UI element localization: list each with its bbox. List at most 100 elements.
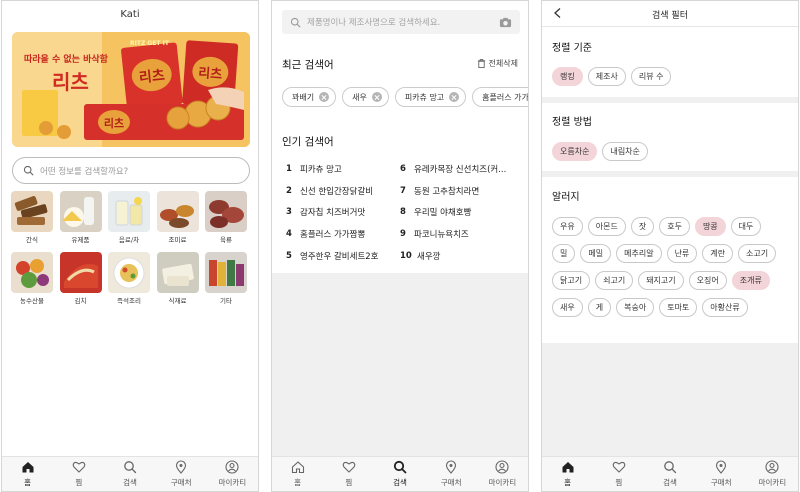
popular-rank: 3 — [286, 207, 292, 218]
banner-badge: RITZ GET IT — [130, 40, 169, 47]
nav-favorites[interactable]: 찜 — [53, 457, 104, 491]
drink-icon — [108, 191, 150, 232]
popular-item[interactable]: 10 새우깡 — [400, 245, 520, 267]
allergy-chip[interactable]: 땅콩 — [694, 217, 726, 236]
allergy-chip[interactable]: 대두 — [730, 217, 762, 236]
category-drink[interactable]: 음료/차 — [107, 191, 151, 244]
allergy-chip[interactable]: 우유 — [552, 217, 583, 236]
recent-search-chip[interactable]: 홈플러스 가가짬뽕 — [472, 87, 528, 107]
nav-favorites[interactable]: 찜 — [323, 457, 374, 491]
chip-ascending[interactable]: 오름차순 — [552, 142, 598, 161]
home-search-bar[interactable]: 어떤 정보를 검색할까요? — [12, 157, 250, 184]
allergy-chip[interactable]: 계란 — [702, 244, 734, 263]
allergy-chip[interactable]: 복숭아 — [616, 298, 655, 317]
chip-manufacturer[interactable]: 제조사 — [587, 67, 626, 86]
nav-label: 홈 — [24, 478, 32, 487]
category-label: 간식 — [26, 236, 38, 244]
allergy-chip[interactable]: 돼지고기 — [638, 271, 684, 290]
category-seasoning[interactable]: 조미료 — [156, 191, 200, 244]
recent-searches-list: 꽈배기 새우 피카츄 망고 홈플러스 가가짬뽕 — [282, 87, 528, 107]
chip-review-count[interactable]: 리뷰 수 — [630, 67, 672, 86]
popular-item[interactable]: 6 유레카목장 신선치즈(커... — [400, 158, 520, 180]
allergy-chip[interactable]: 아몬드 — [587, 217, 626, 236]
remove-icon[interactable] — [449, 92, 460, 102]
search-bar[interactable]: 제품명이나 제조사명으로 검색하세요. — [282, 10, 520, 34]
popular-item[interactable]: 2 신선 한입간장닭갈비 — [286, 180, 398, 202]
nav-home[interactable]: 홈 — [542, 457, 593, 491]
popular-item[interactable]: 8 우리밀 야채호빵 — [400, 202, 520, 224]
allergy-chip[interactable]: 새우 — [552, 298, 583, 317]
popular-item[interactable]: 1 피카츄 망고 — [286, 158, 398, 180]
allergy-chip[interactable]: 오징어 — [688, 271, 727, 290]
empty-area — [542, 343, 798, 456]
nav-search[interactable]: 검색 — [374, 457, 425, 491]
nav-favorites[interactable]: 찜 — [593, 457, 644, 491]
allergy-chip[interactable]: 메밀 — [580, 244, 612, 263]
search-icon — [23, 165, 34, 176]
search-icon — [393, 460, 407, 474]
remove-icon[interactable] — [319, 92, 330, 102]
promo-banner[interactable]: 리츠 리츠 리츠 따라올 수 없는 바삭함 리츠 RITZ GET IT — [12, 32, 250, 147]
category-label: 농수산물 — [20, 297, 44, 305]
nav-label: 마이카티 — [218, 478, 247, 487]
recent-search-chip[interactable]: 피카츄 망고 — [394, 87, 467, 107]
category-meat[interactable]: 육류 — [204, 191, 248, 244]
allergy-chip[interactable]: 게 — [587, 298, 612, 317]
nav-label: 검색 — [123, 478, 137, 487]
home-screen: Kati 리츠 리츠 리츠 따라올 수 없는 바삭함 리츠 RITZ GET I… — [1, 0, 259, 492]
category-dairy[interactable]: 유제품 — [59, 191, 103, 244]
category-kimchi[interactable]: 김치 — [59, 252, 103, 305]
kimchi-icon — [59, 252, 102, 293]
popular-item[interactable]: 4 홈플러스 가가짬뽕 — [286, 223, 398, 245]
allergy-chip[interactable]: 소고기 — [738, 244, 777, 263]
nav-home[interactable]: 홈 — [272, 457, 323, 491]
nav-stores[interactable]: 구매처 — [696, 457, 747, 491]
nav-home[interactable]: 홈 — [2, 457, 53, 491]
location-pin-icon — [446, 460, 457, 474]
nav-stores[interactable]: 구매처 — [426, 457, 477, 491]
allergy-chip[interactable]: 잣 — [630, 217, 655, 236]
recent-search-chip[interactable]: 꽈배기 — [282, 87, 337, 107]
nav-my-kati[interactable]: 마이카티 — [207, 457, 258, 491]
heart-icon — [612, 461, 626, 473]
allergy-chip[interactable]: 쇠고기 — [595, 271, 634, 290]
section-divider — [542, 97, 798, 103]
category-ingredient[interactable]: 식재료 — [156, 252, 200, 305]
nav-stores[interactable]: 구매처 — [156, 457, 207, 491]
allergy-chip[interactable]: 조개류 — [731, 271, 770, 290]
popular-item[interactable]: 9 파코니뉴욕치즈 — [400, 223, 520, 245]
home-icon — [562, 462, 574, 473]
popular-searches-title: 인기 검색어 — [282, 136, 334, 148]
category-produce[interactable]: 농수산물 — [10, 252, 54, 305]
popular-list-left: 1 피카츄 망고 2 신선 한입간장닭갈비 3 감자칩 치즈버거맛 4 홈플러스… — [286, 158, 398, 267]
allergy-chip[interactable]: 닭고기 — [552, 271, 591, 290]
clear-all-button[interactable]: 전체삭제 — [477, 58, 518, 69]
chip-ranking[interactable]: 랭킹 — [552, 67, 583, 86]
allergy-chip[interactable]: 호두 — [659, 217, 690, 236]
camera-icon[interactable] — [499, 16, 512, 29]
popular-item[interactable]: 7 동원 고추참치라면 — [400, 180, 520, 202]
chip-descending[interactable]: 내림차순 — [602, 142, 648, 161]
popular-rank: 4 — [286, 229, 292, 240]
ingredient-icon — [156, 252, 199, 293]
nav-search[interactable]: 검색 — [104, 457, 155, 491]
allergy-title: 알러지 — [552, 192, 580, 203]
allergy-chip[interactable]: 메추리알 — [616, 244, 662, 263]
allergy-chip[interactable]: 밀 — [552, 244, 576, 263]
allergy-chip[interactable]: 난류 — [666, 244, 698, 263]
nav-my-kati[interactable]: 마이카티 — [747, 457, 798, 491]
allergy-chip[interactable]: 토마토 — [659, 298, 698, 317]
remove-icon[interactable] — [371, 92, 382, 102]
popular-item[interactable]: 5 영주한우 갈비세트2호 — [286, 245, 398, 267]
popular-text: 동원 고추참치라면 — [414, 186, 480, 197]
nav-search[interactable]: 검색 — [644, 457, 695, 491]
recent-search-chip[interactable]: 새우 — [342, 87, 389, 107]
etc-icon — [205, 252, 247, 293]
category-etc[interactable]: 기타 — [204, 252, 248, 305]
recent-search-text: 피카츄 망고 — [404, 92, 445, 102]
category-instant[interactable]: 즉석조리 — [107, 252, 151, 305]
nav-my-kati[interactable]: 마이카티 — [477, 457, 528, 491]
popular-item[interactable]: 3 감자칩 치즈버거맛 — [286, 202, 398, 224]
category-snack[interactable]: 간식 — [10, 191, 54, 244]
allergy-chip[interactable]: 아황산류 — [702, 298, 748, 317]
